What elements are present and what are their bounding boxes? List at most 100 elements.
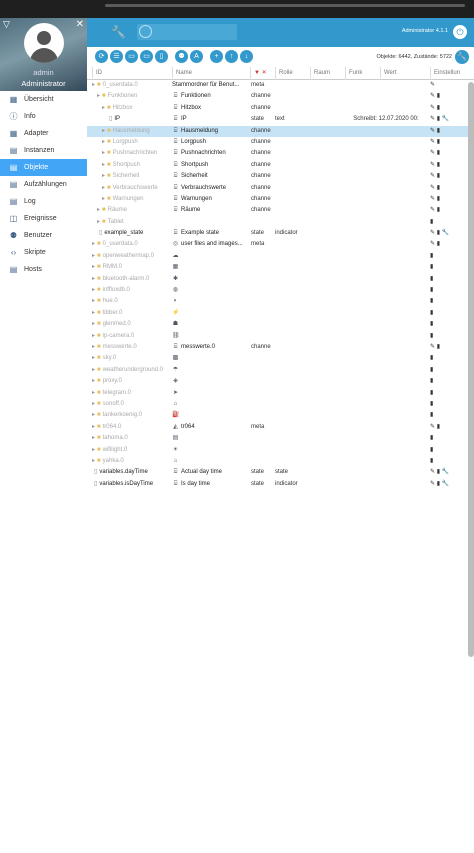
sidebar-item-objects[interactable]: ▤ Objekte [0,159,87,176]
row-actions[interactable]: ▮ [430,217,472,228]
expand-icon[interactable]: ▸ [92,424,95,430]
row-actions[interactable]: ✎ ▮ [430,137,472,148]
expand-icon[interactable]: ▸ [92,367,95,373]
expand-icon[interactable]: ▸ [92,310,95,316]
row-actions[interactable]: ▮ [430,285,472,296]
sidebar-item-scripts[interactable]: ‹› Skripte [0,244,87,261]
table-row[interactable]: ▸ ■ Tablet ▮ [87,217,474,228]
table-row[interactable]: ▸ ■ Lorgpush ⌸ Lorgpush channe ✎ ▮ [87,137,474,148]
table-row[interactable]: ▯ variables.isDayTime ⌸ Is day time state ind… [87,479,474,490]
row-actions[interactable]: ✎ ▮ [430,103,472,114]
expand-icon[interactable]: ▸ [92,333,95,339]
table-row[interactable]: ▸ ■ tr064.0 ◭ tr064 meta ✎ ▮ [87,422,474,433]
expand-icon[interactable]: ▸ [92,298,95,304]
expand-icon[interactable]: ▸ [92,435,95,441]
row-actions[interactable]: ▮ [430,456,472,467]
users-filter-icon[interactable]: ⚉ [175,50,188,63]
row-actions[interactable]: ▮ [430,388,472,399]
expand-icon[interactable]: ▸ [102,196,105,202]
column-type-filter[interactable]: ▼ ✕ [250,67,275,80]
sidebar-item-instances[interactable]: ▤ Instanzen [0,142,87,159]
table-row[interactable]: ▸ ■ telegram.0 ➤ ▮ [87,388,474,399]
power-icon[interactable]: ⏻ [453,25,467,39]
table-row[interactable]: ▸ ■ sonoff.0 ⌂ ▮ [87,399,474,410]
expand-icon[interactable]: ▸ [102,185,105,191]
column-name[interactable]: Name [172,67,250,80]
row-actions[interactable]: ▮ [430,274,472,285]
row-actions[interactable]: ✎ [430,80,472,91]
row-actions[interactable]: ✎ ▮ [430,126,472,137]
table-row[interactable]: ▸ ■ openweathermap.0 ☁ ▮ [87,251,474,262]
row-actions[interactable]: ✎ ▮ [430,160,472,171]
row-actions[interactable]: ▮ [430,251,472,262]
expand-icon[interactable]: ▸ [102,139,105,145]
expand-icon[interactable]: ▸ [102,128,105,134]
table-row[interactable]: ▸ ■ 0_userdata.0 ◎ user files and images... m… [87,239,474,250]
column-room[interactable]: Raum [310,67,345,80]
table-row[interactable]: ▸ ■ inffluxdb.0 ◍ ▮ [87,285,474,296]
list-view-icon[interactable]: ☰ [110,50,123,63]
sidebar-item-log[interactable]: ▤ Log [0,193,87,210]
folder-expand-icon[interactable]: ▭ [140,50,153,63]
table-row[interactable]: ▸ ■ weatherunderground.0 ☂ ▮ [87,365,474,376]
row-actions[interactable]: ✎ ▮ 🔧 [430,479,472,490]
wrench-icon[interactable]: 🔧 [111,25,126,39]
table-row[interactable]: ▯ IP ⌸ IP state text Schreibt: 12.07.2020 00: ✎… [87,114,474,125]
expand-icon[interactable]: ▸ [97,219,100,225]
row-actions[interactable]: ▮ [430,365,472,376]
column-value[interactable]: Wert [380,67,430,80]
expand-icon[interactable]: ▸ [102,150,105,156]
row-actions[interactable]: ✎ ▮ [430,205,472,216]
sidebar-item-hosts[interactable]: ▤ Hosts [0,261,87,278]
aa-icon[interactable]: A [190,50,203,63]
table-row[interactable]: ▸ ■ Warnungen ⌸ Warnungen channe ✎ ▮ [87,194,474,205]
row-actions[interactable]: ▮ [430,308,472,319]
expand-icon[interactable]: ▸ [92,82,95,88]
expand-icon[interactable]: ▸ [92,412,95,418]
refresh-icon[interactable]: ⟳ [95,50,108,63]
sidebar-item-info[interactable]: ⓘ Info [0,108,87,125]
column-id[interactable]: ID [92,67,172,80]
folder-collapse-icon[interactable]: ▭ [125,50,138,63]
row-actions[interactable]: ✎ ▮ [430,171,472,182]
table-row[interactable]: ▸ ■ wifilight.0 ☀ ▮ [87,445,474,456]
row-actions[interactable]: ▮ [430,399,472,410]
expand-icon[interactable]: ▸ [92,241,95,247]
expand-icon[interactable]: ▸ [92,390,95,396]
row-actions[interactable]: ✎ ▮ 🔧 [430,467,472,478]
sidebar-item-adapter[interactable]: ▦ Adapter [0,125,87,142]
table-row[interactable]: ▸ ■ Räume ⌸ Räume channe ✎ ▮ [87,205,474,216]
row-actions[interactable]: ✎ ▮ [430,342,472,353]
search-field[interactable] [137,24,237,40]
table-row[interactable]: ▸ ■ tankerkoenig.0 ⛽ ▮ [87,410,474,421]
row-actions[interactable]: ▮ [430,262,472,273]
table-row[interactable]: ▸ ■ yahka.0 ⌂ ▮ [87,456,474,467]
row-actions[interactable]: ✎ ▮ 🔧 [430,114,472,125]
expand-icon[interactable]: ▸ [102,162,105,168]
table-row[interactable]: ▸ ■ RMM.0 ▦ ▮ [87,262,474,273]
table-row[interactable]: ▸ ■ 0_userdata.0 Stammordner für Benut... me… [87,80,474,91]
sidebar-item-enums[interactable]: ▤ Aufzählungen [0,176,87,193]
sidebar-item-events[interactable]: ◫ Ereignisse [0,210,87,227]
table-row[interactable]: ▸ ■ proxy.0 ◈ ▮ [87,376,474,387]
row-actions[interactable]: ✎ ▮ [430,239,472,250]
table-row[interactable]: ▸ ■ bluetooth-alarm.0 ✱ ▮ [87,274,474,285]
expand-icon[interactable]: ▸ [92,264,95,270]
expand-icon[interactable]: ▸ [92,355,95,361]
table-row[interactable]: ▸ ■ Verbrauchswerte ⌸ Verbrauchswerte channe ✎… [87,183,474,194]
row-actions[interactable]: ✎ ▮ [430,194,472,205]
upload-icon[interactable]: ↑ [225,50,238,63]
table-row[interactable]: ▸ ■ tibber.0 ⚡ ▮ [87,308,474,319]
scrollbar[interactable] [468,82,474,657]
row-actions[interactable]: ✎ ▮ [430,148,472,159]
row-actions[interactable]: ✎ ▮ [430,422,472,433]
table-row[interactable]: ▯ example_state ⌸ Example state state indicat… [87,228,474,239]
columns-icon[interactable]: ▯ [155,50,168,63]
table-row[interactable]: ▸ ■ tahoma.0 ▤ ▮ [87,433,474,444]
close-icon[interactable]: ✕ [76,19,84,30]
table-row[interactable]: ▸ ■ hue.0 ◐ ▮ [87,296,474,307]
row-actions[interactable]: ✎ ▮ [430,91,472,102]
add-icon[interactable]: + [210,50,223,63]
table-row[interactable]: ▸ ■ Shortpush ⌸ Shortpush channe ✎ ▮ [87,160,474,171]
row-actions[interactable]: ✎ ▮ 🔧 [430,228,472,239]
